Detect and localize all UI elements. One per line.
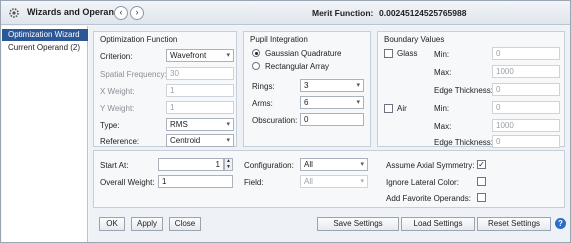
merit-function-label: Merit Function: <box>312 8 374 18</box>
sidebar: Optimization Wizard Current Operand (2) <box>2 26 88 242</box>
chevron-left-icon: ‹ <box>119 7 123 17</box>
chevron-down-icon: ▾ <box>356 82 360 89</box>
reference-value: Centroid <box>170 136 201 145</box>
sidebar-item-optimization-wizard[interactable]: Optimization Wizard <box>2 29 88 41</box>
x-weight-label: X Weight: <box>100 87 135 96</box>
glass-min-label: Min: <box>434 50 450 59</box>
reference-label: Reference: <box>100 137 140 146</box>
ok-button[interactable]: OK <box>99 217 125 231</box>
assume-axial-symmetry-checkbox[interactable]: ✓ <box>477 160 486 169</box>
air-min-input[interactable]: 0 <box>492 101 560 114</box>
chevron-down-icon: ▾ <box>360 161 364 168</box>
close-button[interactable]: Close <box>169 217 201 231</box>
title-bar: Wizards and Operands ‹ › Merit Function:… <box>1 1 570 25</box>
air-checkbox[interactable] <box>384 104 393 113</box>
rectangular-array-radio[interactable] <box>252 62 260 70</box>
back-button[interactable]: ‹ <box>114 6 128 20</box>
start-at-label: Start At: <box>100 161 129 170</box>
chevron-down-icon: ▾ <box>356 99 360 106</box>
chevron-down-icon: ▾ <box>226 137 230 144</box>
settings-gear-icon[interactable] <box>8 7 20 19</box>
y-weight-label: Y Weight: <box>100 104 135 113</box>
boundary-values-group: Boundary Values Glass Min: 0 Max: 1000 E… <box>377 31 565 148</box>
group-title: Boundary Values <box>384 35 445 44</box>
type-value: RMS <box>170 120 188 129</box>
group-title: Optimization Function <box>100 35 178 44</box>
apply-button[interactable]: Apply <box>131 217 163 231</box>
rings-select[interactable]: 3 ▾ <box>300 79 364 92</box>
obscuration-input[interactable]: 0 <box>300 113 364 126</box>
pupil-integration-group: Pupil Integration Gaussian Quadrature Re… <box>243 31 371 147</box>
sidebar-item-current-operand[interactable]: Current Operand (2) <box>2 42 88 54</box>
chevron-down-icon: ▾ <box>226 121 230 128</box>
reference-select[interactable]: Centroid ▾ <box>166 134 234 147</box>
help-icon[interactable]: ? <box>555 218 566 229</box>
save-settings-button[interactable]: Save Settings <box>317 217 399 231</box>
chevron-down-icon: ▾ <box>226 52 230 59</box>
glass-max-input[interactable]: 1000 <box>492 65 560 78</box>
type-select[interactable]: RMS ▾ <box>166 118 234 131</box>
forward-button[interactable]: › <box>130 6 144 20</box>
merit-function-value: 0.00245124525765988 <box>379 8 467 18</box>
reset-settings-button[interactable]: Reset Settings <box>477 217 551 231</box>
y-weight-input[interactable]: 1 <box>166 101 234 114</box>
x-weight-input[interactable]: 1 <box>166 84 234 97</box>
assume-axial-symmetry-label: Assume Axial Symmetry: <box>386 161 475 170</box>
arms-label: Arms: <box>252 99 273 108</box>
add-favorite-operands-label: Add Favorite Operands: <box>386 194 471 203</box>
start-at-input[interactable]: 1 <box>158 158 224 171</box>
general-settings-group: Start At: 1 ▲ ▼ Overall Weight: 1 Config… <box>93 150 565 208</box>
wizard-window: Wizards and Operands ‹ › Merit Function:… <box>0 0 571 243</box>
chevron-right-icon: › <box>135 7 139 17</box>
criterion-value: Wavefront <box>170 51 207 60</box>
window-title: Wizards and Operands <box>27 7 125 17</box>
gaussian-quadrature-label: Gaussian Quadrature <box>265 49 342 58</box>
glass-edge-thickness-label: Edge Thickness: <box>434 86 493 95</box>
air-edge-thickness-input[interactable]: 0 <box>492 135 560 148</box>
air-min-label: Min: <box>434 104 450 113</box>
glass-label: Glass <box>397 49 418 58</box>
main-panel: Optimization Function Criterion: Wavefro… <box>89 26 570 242</box>
rectangular-array-label: Rectangular Array <box>265 62 330 71</box>
overall-weight-input[interactable]: 1 <box>158 175 233 188</box>
configuration-value: All <box>304 160 313 169</box>
overall-weight-label: Overall Weight: <box>100 178 155 187</box>
ignore-lateral-color-label: Ignore Lateral Color: <box>386 178 459 187</box>
glass-min-input[interactable]: 0 <box>492 47 560 60</box>
air-edge-thickness-label: Edge Thickness: <box>434 138 493 147</box>
field-label: Field: <box>244 178 264 187</box>
air-label: Air <box>397 104 407 113</box>
gaussian-quadrature-radio[interactable] <box>252 49 260 57</box>
air-max-label: Max: <box>434 122 452 131</box>
field-value: All <box>304 177 313 186</box>
optimization-function-group: Optimization Function Criterion: Wavefro… <box>93 31 237 147</box>
type-label: Type: <box>100 121 120 130</box>
rings-value: 3 <box>304 81 309 90</box>
rings-label: Rings: <box>252 82 275 91</box>
obscuration-label: Obscuration: <box>252 116 298 125</box>
load-settings-button[interactable]: Load Settings <box>401 217 475 231</box>
chevron-down-icon: ▾ <box>360 178 364 185</box>
field-select[interactable]: All ▾ <box>300 175 368 188</box>
configuration-select[interactable]: All ▾ <box>300 158 368 171</box>
group-title: Pupil Integration <box>250 35 308 44</box>
arms-value: 6 <box>304 98 309 107</box>
check-icon: ✓ <box>478 160 485 169</box>
arms-select[interactable]: 6 ▾ <box>300 96 364 109</box>
add-favorite-operands-checkbox[interactable] <box>477 193 486 202</box>
glass-edge-thickness-input[interactable]: 0 <box>492 83 560 96</box>
criterion-select[interactable]: Wavefront ▾ <box>166 49 234 62</box>
configuration-label: Configuration: <box>244 161 294 170</box>
glass-max-label: Max: <box>434 68 452 77</box>
ignore-lateral-color-checkbox[interactable] <box>477 177 486 186</box>
spatial-frequency-label: Spatial Frequency: <box>100 70 167 79</box>
spatial-frequency-input[interactable]: 30 <box>166 67 234 80</box>
glass-checkbox[interactable] <box>384 49 393 58</box>
criterion-label: Criterion: <box>100 52 133 61</box>
start-at-spinner[interactable]: ▲ ▼ <box>224 158 233 171</box>
air-max-input[interactable]: 1000 <box>492 119 560 132</box>
spin-down-icon[interactable]: ▼ <box>225 164 232 171</box>
